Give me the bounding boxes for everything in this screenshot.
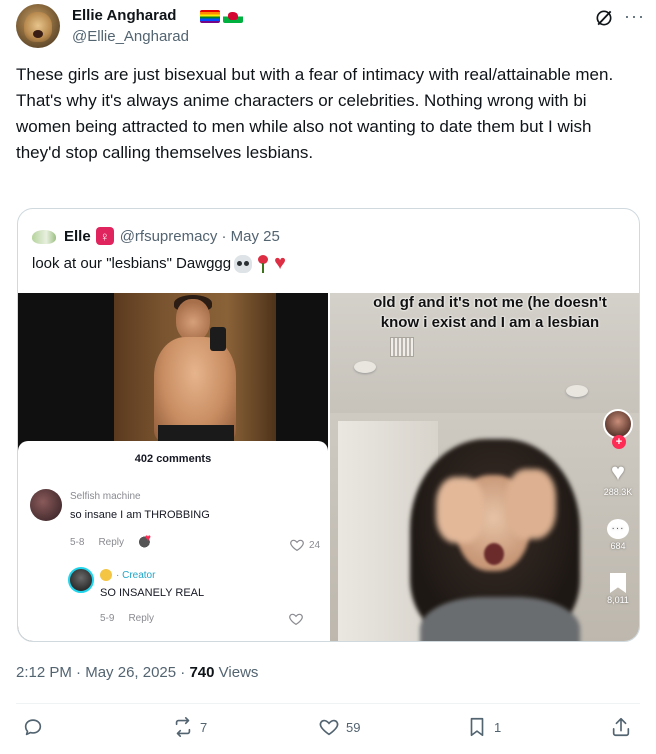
quote-header: Elle ♀ @rfsupremacy · May 25 [32, 225, 280, 247]
comment-likes: 24 [289, 537, 320, 553]
quote-text-row: look at our "lesbians" Dawggg [32, 253, 292, 275]
media-image-left[interactable]: 402 comments Selfish machine so insane I… [18, 293, 328, 641]
comment-like-count: 24 [309, 539, 321, 551]
media-video-right[interactable]: old gf and it's not me (he doesn't know … [330, 293, 639, 641]
photo-phone [210, 327, 226, 351]
views-count: 740 [189, 664, 215, 681]
video-overlay-text: old gf and it's not me (he doesn't know … [373, 294, 607, 331]
creator-rail-avatar: + [603, 409, 633, 449]
tweet-date[interactable]: May 26, 2025 [85, 664, 176, 681]
heart-outline-icon [290, 539, 304, 552]
quote-date: · May 25 [221, 227, 280, 245]
like-button[interactable]: 59 [318, 716, 360, 738]
author-handle[interactable]: @Ellie_Angharad [72, 28, 189, 45]
creator-avatar [68, 567, 94, 593]
person-hand-right [506, 469, 556, 539]
rail-comment-count: 684 [610, 541, 626, 551]
quote-author-handle[interactable]: @rfsupremacy [120, 228, 218, 245]
share-button[interactable] [610, 716, 632, 738]
share-icon [612, 717, 630, 737]
reply-button[interactable] [22, 716, 50, 738]
comment-sheet: 402 comments Selfish machine so insane I… [18, 441, 328, 641]
female-sign-icon: ♀ [95, 227, 114, 245]
more-options-icon[interactable]: ··· [624, 6, 645, 26]
heart-icon: ♥ [610, 459, 626, 486]
meta-separator: · [76, 664, 82, 681]
rail-saves: 8,011 [607, 573, 629, 605]
like-count: 59 [346, 719, 361, 735]
photo-head [176, 299, 210, 341]
bookmark-count: 1 [494, 719, 502, 735]
author-avatar[interactable] [16, 4, 60, 48]
meta-separator: · [180, 664, 186, 681]
ceiling-light [566, 385, 588, 397]
avatar-mouth [33, 30, 43, 38]
broken-heart-emoji-icon [274, 253, 292, 273]
bookmark-icon [470, 717, 484, 737]
commenter-name: Selfish machine [70, 491, 141, 502]
rose-emoji-icon [255, 255, 271, 273]
heart-outline-icon [289, 613, 303, 626]
action-bar: 7 59 1 [16, 712, 640, 746]
repost-button[interactable]: 7 [172, 716, 207, 738]
person-mouth [484, 543, 504, 565]
comments-count: 402 comments [134, 453, 212, 465]
quoted-tweet[interactable]: Elle ♀ @rfsupremacy · May 25 look at our… [17, 208, 640, 642]
person-shirt [420, 597, 580, 641]
rail-comments: ··· 684 [607, 519, 629, 551]
wales-flag-icon [223, 10, 243, 23]
skull-emoji-icon [234, 255, 253, 273]
tweet-text: These girls are just bisexual but with a… [16, 65, 614, 162]
author-name[interactable]: Ellie Angharad [72, 7, 176, 24]
comment-date: 5-8 [70, 536, 85, 548]
baby-emoji-icon [100, 569, 112, 581]
person-hand-left [436, 477, 484, 543]
creator-liked-icon [138, 533, 155, 549]
ceiling-light [354, 361, 376, 373]
comment-text: so insane I am THROBBING [70, 509, 210, 521]
follow-plus-icon: + [612, 435, 626, 449]
heart-icon [319, 719, 339, 736]
tweet-meta: 2:12 PM · May 26, 2025 · 740 Views [16, 664, 258, 681]
reply-meta: 5-9 Reply [100, 613, 154, 624]
grok-icon[interactable] [594, 8, 614, 28]
tweet-time[interactable]: 2:12 PM [16, 664, 72, 681]
quote-text: look at our "lesbians" Dawggg [32, 255, 232, 272]
rail-like-count: 288.3K [603, 487, 633, 497]
reply-date: 5-9 [100, 613, 115, 624]
repost-count: 7 [200, 719, 208, 735]
name-flags [200, 10, 243, 23]
reply-reply: Reply [128, 613, 155, 624]
person-figure [410, 439, 590, 641]
bookmark-icon [609, 573, 626, 593]
repost-icon [175, 717, 191, 737]
rail-like: ♥ 288.3K [603, 459, 633, 498]
creator-label: · Creator [116, 569, 156, 581]
reply-text: SO INSANELY REAL [100, 587, 205, 599]
views-label: Views [218, 664, 259, 681]
comment-meta: 5-8 Reply [70, 533, 155, 549]
quote-avatar[interactable] [32, 230, 56, 244]
rail-save-count: 8,011 [607, 595, 629, 605]
quote-author-name[interactable]: Elle [64, 228, 91, 245]
reply-icon [24, 719, 42, 736]
ceiling-vent [390, 337, 414, 357]
bookmark-button[interactable]: 1 [466, 716, 501, 738]
tiktok-side-rail: + ♥ 288.3K ··· 684 8,011 [598, 409, 638, 605]
commenter-avatar [30, 489, 62, 521]
creator-label-row: · Creator [100, 569, 155, 581]
comment-bubble-icon: ··· [607, 519, 629, 539]
divider [16, 703, 640, 704]
tweet-header: Ellie Angharad @Ellie_Angharad ··· [16, 4, 644, 52]
mirror-selfie-photo [114, 293, 276, 441]
rainbow-flag-icon [200, 10, 220, 23]
comment-reply: Reply [98, 536, 125, 548]
photo-shorts [158, 425, 234, 441]
